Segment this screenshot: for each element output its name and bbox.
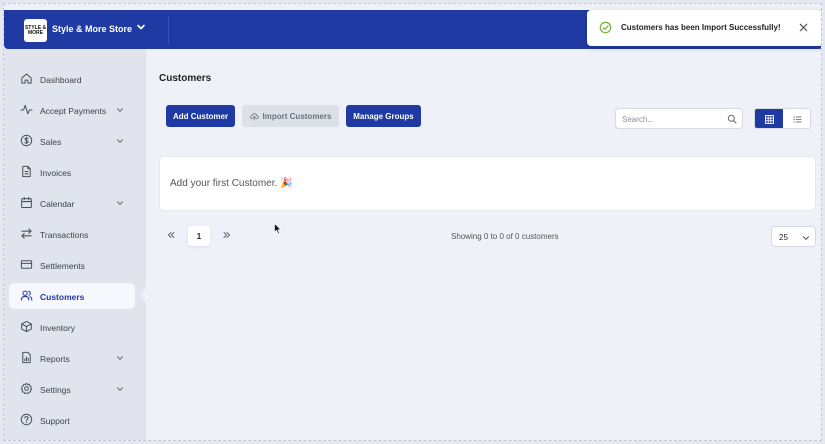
transfer-icon: [21, 228, 32, 239]
list-view-button[interactable]: [783, 109, 810, 128]
mouse-cursor-icon: [274, 223, 282, 235]
manage-groups-button[interactable]: Manage Groups: [346, 105, 421, 127]
store-logo[interactable]: STYLE & MORE: [24, 19, 47, 42]
chevron-down-icon[interactable]: [136, 22, 146, 32]
per-page-value: 25: [779, 233, 788, 242]
empty-state-text: Add your first Customer. 🎉: [170, 178, 293, 189]
sidebar: Dashboard Accept Payments Sales Invoices…: [4, 49, 146, 440]
toast-message: Customers has been Import Successfully!: [621, 23, 781, 32]
sidebar-item-customers[interactable]: Customers: [9, 283, 135, 309]
gear-icon: [20, 382, 33, 395]
topbar-divider: [168, 16, 169, 44]
sidebar-item-label: Customers: [40, 292, 85, 302]
import-customers-label: Import Customers: [262, 111, 332, 121]
chevron-down-icon: [117, 139, 123, 144]
sidebar-item-label: Calendar: [40, 199, 75, 209]
home-icon: [21, 73, 32, 84]
users-icon: [20, 290, 33, 301]
sidebar-item-label: Settings: [40, 385, 71, 395]
sidebar-item-label: Invoices: [40, 168, 72, 178]
sidebar-item-invoices[interactable]: Invoices: [9, 159, 135, 185]
sidebar-item-support[interactable]: Support: [9, 407, 135, 433]
double-chevron-left-icon[interactable]: [165, 229, 177, 241]
chevron-down-icon: [803, 236, 809, 241]
grid-view-button[interactable]: [755, 109, 783, 128]
sidebar-item-label: Accept Payments: [40, 106, 107, 116]
import-customers-button[interactable]: Import Customers: [242, 105, 339, 127]
sidebar-item-label: Settlements: [40, 261, 85, 271]
pagination-summary: Showing 0 to 0 of 0 customers: [451, 232, 559, 241]
chevron-down-icon: [117, 201, 123, 206]
double-chevron-right-icon[interactable]: [221, 229, 233, 241]
store-name[interactable]: Style & More Store: [52, 24, 132, 34]
sidebar-item-transactions[interactable]: Transactions: [9, 221, 135, 247]
sidebar-item-accept-payments[interactable]: Accept Payments: [9, 97, 135, 123]
page-title: Customers: [159, 73, 212, 84]
sidebar-item-reports[interactable]: Reports: [9, 345, 135, 371]
cloud-upload-icon: [249, 112, 259, 120]
empty-state-card: Add your first Customer. 🎉: [159, 156, 816, 211]
pagination-page-current[interactable]: 1: [188, 226, 210, 246]
active-indicator: [141, 285, 147, 305]
app-frame: STYLE & MORE Style & More Store Customer…: [3, 3, 822, 441]
sidebar-item-label: Inventory: [40, 323, 75, 333]
sidebar-item-label: Dashboard: [40, 75, 82, 85]
sidebar-item-inventory[interactable]: Inventory: [9, 314, 135, 340]
add-customer-button[interactable]: Add Customer: [166, 105, 235, 127]
store-logo-text: STYLE & MORE: [24, 24, 47, 36]
check-circle-icon: [599, 21, 612, 34]
chevron-down-icon: [117, 108, 123, 113]
search-icon[interactable]: [727, 114, 737, 124]
chevron-down-icon: [117, 387, 123, 392]
activity-icon: [20, 104, 33, 115]
sidebar-item-label: Reports: [40, 354, 70, 364]
sidebar-item-calendar[interactable]: Calendar: [9, 190, 135, 216]
grid-icon: [764, 115, 774, 124]
search-box: [615, 108, 743, 129]
calendar-icon: [21, 196, 32, 209]
chart-icon: [22, 351, 31, 364]
help-icon: [20, 413, 33, 426]
sidebar-item-settlements[interactable]: Settlements: [9, 252, 135, 278]
sidebar-item-sales[interactable]: Sales: [9, 128, 135, 154]
sidebar-item-label: Transactions: [40, 230, 89, 240]
search-input[interactable]: [622, 113, 722, 125]
success-toast: Customers has been Import Successfully!: [587, 10, 821, 46]
dollar-icon: [20, 134, 33, 147]
sidebar-item-label: Sales: [40, 137, 62, 147]
document-icon: [22, 165, 31, 178]
box-icon: [21, 320, 32, 333]
view-toggle: [754, 108, 811, 129]
sidebar-item-dashboard[interactable]: Dashboard: [9, 66, 135, 92]
chevron-down-icon: [117, 356, 123, 361]
sidebar-item-settings[interactable]: Settings: [9, 376, 135, 402]
per-page-select[interactable]: 25: [771, 226, 816, 247]
sidebar-item-label: Support: [40, 416, 70, 426]
list-icon: [793, 116, 801, 123]
card-icon: [20, 260, 33, 269]
close-icon[interactable]: [798, 22, 809, 33]
